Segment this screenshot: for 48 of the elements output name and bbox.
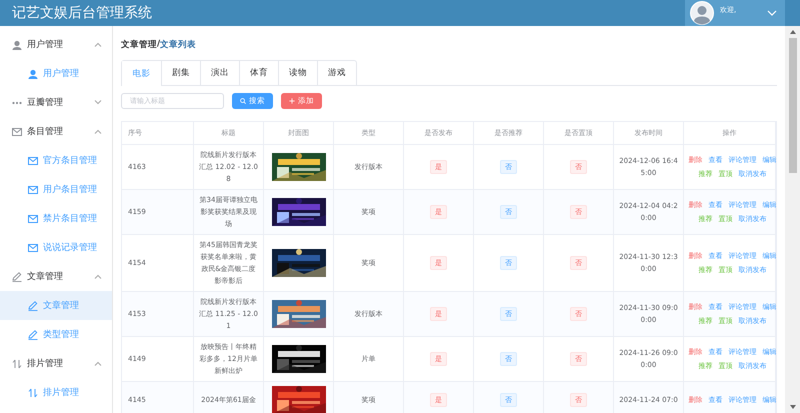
menu-group[interactable]: 豆瓣管理 xyxy=(0,88,112,117)
chevron-up-icon xyxy=(94,361,102,366)
avatar xyxy=(690,1,714,25)
tab[interactable]: 读物 xyxy=(278,61,317,85)
envelope-icon xyxy=(28,242,38,252)
chevron-down-icon xyxy=(94,100,102,105)
sort-icon xyxy=(28,388,38,398)
chevron-up-icon xyxy=(94,129,102,134)
breadcrumb-separator: / xyxy=(157,39,160,51)
menu-item[interactable]: 文章管理 xyxy=(0,291,112,320)
scrollbar-thumb[interactable] xyxy=(788,38,796,173)
envelope-icon xyxy=(28,156,38,166)
menu-item[interactable]: 用户条目管理 xyxy=(0,175,112,204)
scrollbar[interactable] xyxy=(785,26,800,413)
tab[interactable]: 体育 xyxy=(239,61,278,85)
scroll-down-icon xyxy=(790,405,796,409)
chevron-down-icon xyxy=(767,10,777,16)
menu-group[interactable]: 文章管理 xyxy=(0,262,112,291)
user-icon xyxy=(28,68,38,78)
menu-group[interactable]: 用户管理 xyxy=(0,30,112,59)
menu-item[interactable]: 说说记录管理 xyxy=(0,233,112,262)
tab[interactable]: 游戏 xyxy=(317,61,356,85)
chevron-up-icon xyxy=(94,42,102,47)
pen-icon xyxy=(12,272,22,282)
pen-icon xyxy=(28,300,38,310)
plus-icon xyxy=(289,97,295,105)
tab[interactable]: 剧集 xyxy=(161,61,200,85)
tab[interactable]: 电影 xyxy=(122,61,161,86)
search-icon xyxy=(240,97,246,105)
app-title: 记艺文娱后台管理系统 xyxy=(11,4,152,22)
envelope-icon xyxy=(28,184,38,194)
menu-item[interactable]: 官方条目管理 xyxy=(0,146,112,175)
menu-item[interactable]: 排片管理 xyxy=(0,378,112,407)
menu-item[interactable]: 用户管理 xyxy=(0,59,112,88)
breadcrumb-link[interactable]: 文章管理 xyxy=(121,39,157,53)
user-icon xyxy=(12,40,22,50)
sort-icon xyxy=(12,358,22,368)
menu-group[interactable]: 条目管理 xyxy=(0,117,112,146)
envelope-icon xyxy=(12,126,22,136)
envelope-icon xyxy=(28,214,38,224)
menu-item[interactable]: 类型管理 xyxy=(0,320,112,349)
menu-group[interactable]: 排片管理 xyxy=(0,349,112,378)
tab[interactable]: 演出 xyxy=(200,61,239,85)
breadcrumb-current: 文章列表 xyxy=(160,39,196,52)
pen-icon xyxy=(28,330,38,340)
scroll-up-icon xyxy=(790,30,796,34)
menu-item[interactable]: 禁片条目管理 xyxy=(0,204,112,233)
chevron-up-icon xyxy=(94,274,102,279)
